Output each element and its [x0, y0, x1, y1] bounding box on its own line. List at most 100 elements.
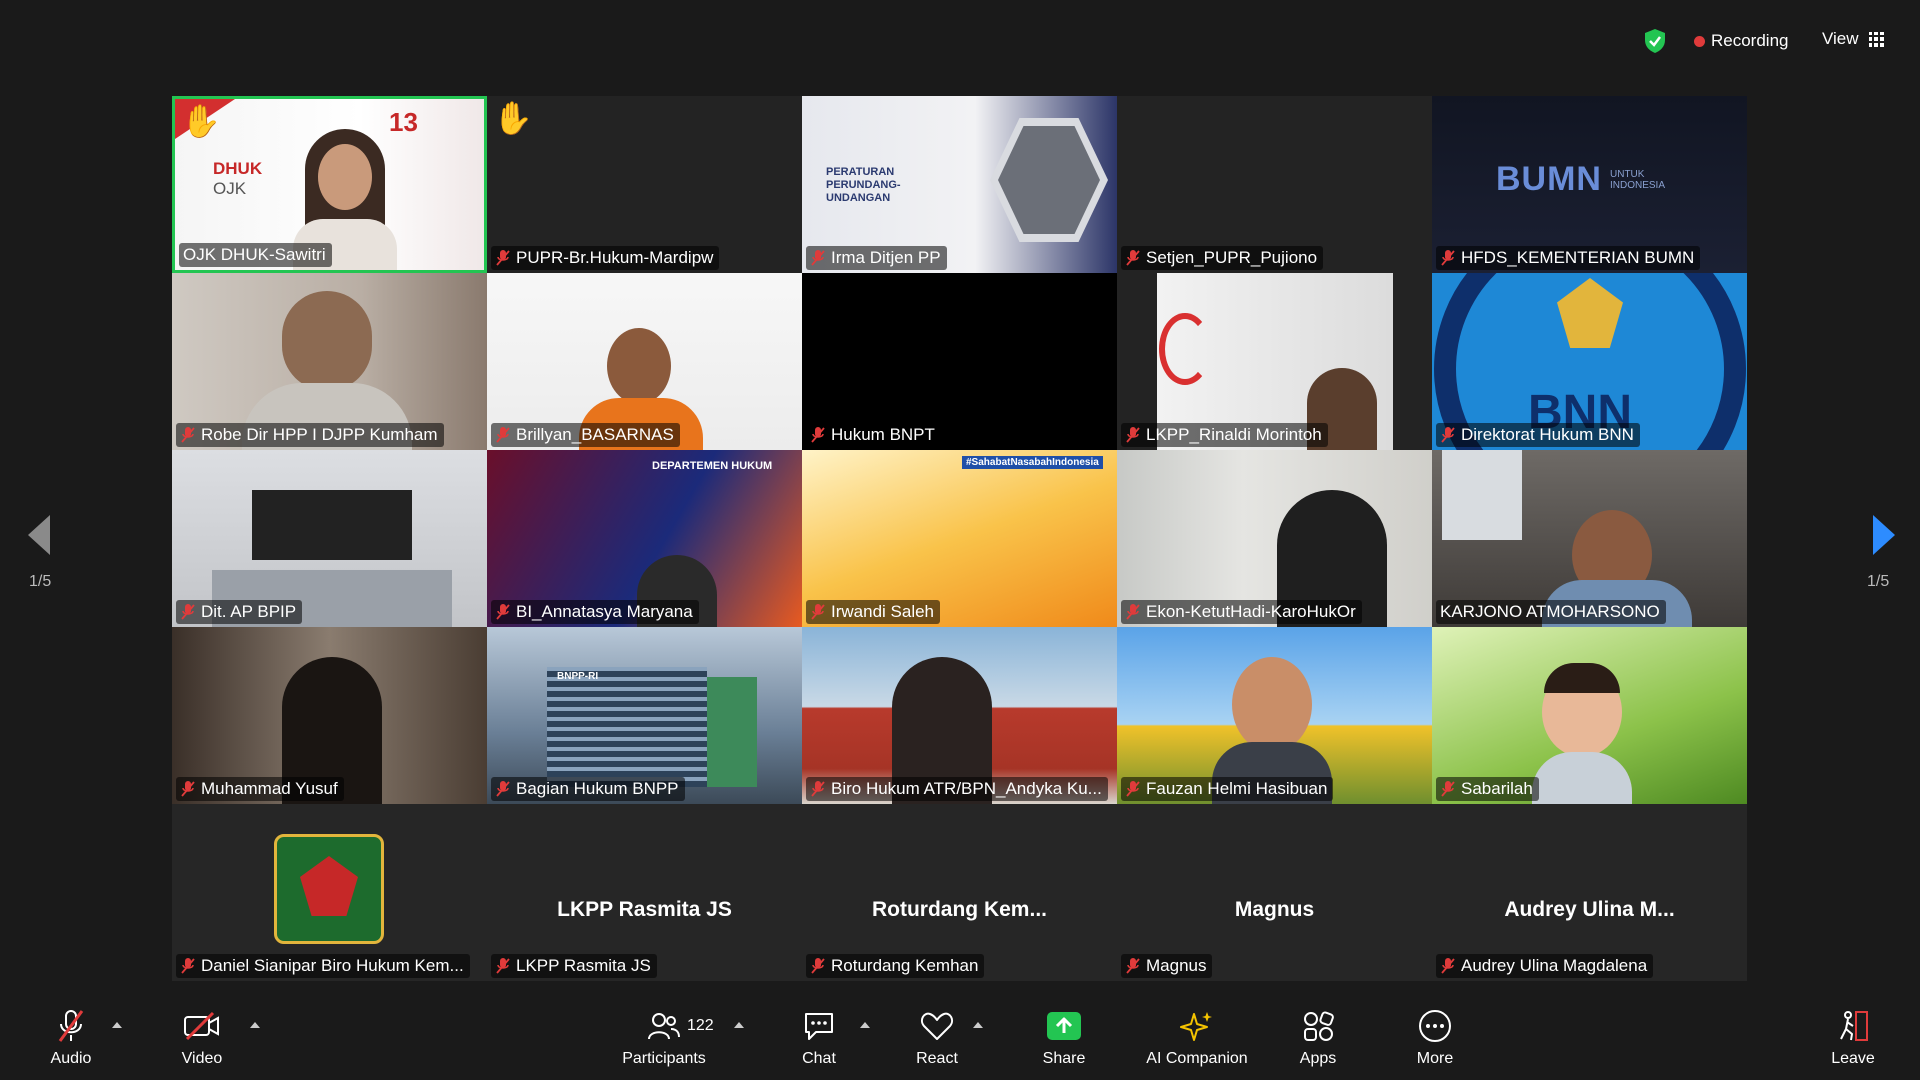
participant-tile[interactable]: LKPP Rasmita JS LKPP Rasmita JS — [487, 804, 802, 981]
participant-name: Fauzan Helmi Hasibuan — [1146, 779, 1328, 798]
participant-tile[interactable]: Magnus Magnus — [1117, 804, 1432, 981]
participant-tile[interactable]: Daniel Sianipar Biro Hukum Kem... — [172, 804, 487, 981]
participant-nameplate: Daniel Sianipar Biro Hukum Kem... — [176, 954, 470, 978]
ai-companion-button[interactable]: AI Companion — [1142, 1008, 1252, 1068]
participant-name: Sabarilah — [1461, 779, 1533, 798]
sahabat-tag-text: #SahabatNasabahIndonesia — [962, 456, 1103, 469]
participant-tile[interactable]: Audrey Ulina M... Audrey Ulina Magdalena — [1432, 804, 1747, 981]
apps-button[interactable]: Apps — [1263, 1008, 1373, 1068]
chat-options-caret-icon[interactable] — [860, 1022, 870, 1028]
share-screen-icon — [1047, 1012, 1081, 1040]
participant-tile[interactable]: PERATURAN PERUNDANG-UNDANGAN Irma Ditjen… — [802, 96, 1117, 273]
participant-name: Daniel Sianipar Biro Hukum Kem... — [201, 956, 464, 975]
apps-icon — [1304, 1011, 1334, 1041]
participant-tile[interactable]: Muhammad Yusuf — [172, 627, 487, 804]
bumn-sub-text: UNTUK INDONESIA — [1610, 169, 1666, 191]
participant-tile[interactable]: Ekon-KetutHadi-KaroHukOr — [1117, 450, 1432, 627]
participant-nameplate: OJK DHUK-Sawitri — [179, 243, 332, 267]
view-button[interactable]: View — [1822, 29, 1884, 49]
participant-tile[interactable]: Robe Dir HPP I DJPP Kumham — [172, 273, 487, 450]
page-indicator-right: 1/5 — [1867, 573, 1890, 590]
more-label: More — [1416, 1050, 1454, 1067]
chat-button[interactable]: Chat — [764, 1008, 874, 1068]
mic-muted-icon — [1441, 958, 1455, 974]
bi-heading-text: DEPARTEMEN HUKUM — [652, 460, 773, 472]
participant-nameplate: Bagian Hukum BNPP — [491, 777, 685, 801]
participants-icon — [648, 1013, 680, 1040]
mic-muted-icon — [1441, 250, 1455, 266]
apps-label: Apps — [1299, 1050, 1337, 1067]
mic-muted-icon — [1441, 427, 1455, 443]
mic-muted-icon — [496, 781, 510, 797]
mic-muted-icon — [1441, 781, 1455, 797]
participant-name: Magnus — [1146, 956, 1207, 975]
mic-muted-icon — [811, 250, 825, 266]
participant-tile[interactable]: DHUK OJK 13 ✋ OJK DHUK-Sawitri — [172, 96, 487, 273]
participant-tile[interactable]: BNN Direktorat Hukum BNN — [1432, 273, 1747, 450]
participant-tile[interactable]: Biro Hukum ATR/BPN_Andyka Ku... — [802, 627, 1117, 804]
participant-tile[interactable]: DEPARTEMEN HUKUM BI_Annatasya Maryana — [487, 450, 802, 627]
share-label: Share — [1042, 1050, 1086, 1067]
participant-nameplate: Brillyan_BASARNAS — [491, 423, 680, 447]
participants-count: 122 — [687, 1017, 714, 1034]
participant-tile[interactable]: Hukum BNPT — [802, 273, 1117, 450]
participant-nameplate: LKPP Rasmita JS — [491, 954, 657, 978]
participants-options-caret-icon[interactable] — [734, 1022, 744, 1028]
participant-nameplate: Ekon-KetutHadi-KaroHukOr — [1121, 600, 1362, 624]
participant-nameplate: LKPP_Rinaldi Morintoh — [1121, 423, 1328, 447]
participant-name: LKPP_Rinaldi Morintoh — [1146, 425, 1322, 444]
ojk-logo-text: DHUK — [213, 159, 263, 178]
mic-muted-icon — [496, 604, 510, 620]
avatar-person — [1232, 657, 1312, 752]
participant-tile[interactable]: Roturdang Kem... Roturdang Kemhan — [802, 804, 1117, 981]
participant-tile[interactable]: Sabarilah — [1432, 627, 1747, 804]
recording-label[interactable]: Recording — [1711, 31, 1789, 51]
share-button[interactable]: Share — [1009, 1008, 1119, 1068]
participant-tile[interactable]: Brillyan_BASARNAS — [487, 273, 802, 450]
participant-name: Dit. AP BPIP — [201, 602, 297, 621]
participant-name: Irma Ditjen PP — [831, 248, 941, 267]
participant-name: OJK DHUK-Sawitri — [183, 245, 326, 264]
heart-icon — [920, 1012, 954, 1040]
react-options-caret-icon[interactable] — [973, 1022, 983, 1028]
participant-tile[interactable]: BNPP-RI Bagian Hukum BNPP — [487, 627, 802, 804]
more-button[interactable]: More — [1380, 1008, 1490, 1068]
participant-nameplate: HFDS_KEMENTERIAN BUMN — [1436, 246, 1701, 270]
view-label: View — [1822, 29, 1859, 48]
bumn-logo-text: BUMN — [1496, 160, 1602, 198]
leave-button[interactable]: Leave — [1798, 1008, 1908, 1068]
video-button[interactable]: Video — [147, 1008, 257, 1068]
participant-tile[interactable]: BUMN UNTUK INDONESIA HFDS_KEMENTERIAN BU… — [1432, 96, 1747, 273]
participant-tile[interactable]: KARJONO ATMOHARSONO — [1432, 450, 1747, 627]
participant-nameplate: Direktorat Hukum BNN — [1436, 423, 1640, 447]
participant-nameplate: BI_Annatasya Maryana — [491, 600, 699, 624]
video-label: Video — [181, 1050, 223, 1067]
participants-label: Participants — [622, 1050, 706, 1067]
next-page-arrow-icon[interactable] — [1873, 515, 1895, 555]
audio-options-caret-icon[interactable] — [112, 1022, 122, 1028]
participant-tile[interactable]: Fauzan Helmi Hasibuan — [1117, 627, 1432, 804]
participant-tile[interactable]: Dit. AP BPIP — [172, 450, 487, 627]
video-options-caret-icon[interactable] — [250, 1022, 260, 1028]
participant-person — [282, 291, 372, 391]
participant-tile[interactable]: ✋ PUPR-Br.Hukum-Mardipw — [487, 96, 802, 273]
mic-muted-icon — [811, 958, 825, 974]
participant-display-name: LKPP Rasmita JS — [557, 898, 732, 921]
mic-muted-icon — [1126, 958, 1140, 974]
raised-hand-icon: ✋ — [493, 100, 533, 136]
leave-icon — [1840, 1011, 1868, 1041]
previous-page-arrow-icon[interactable] — [28, 515, 50, 555]
participant-tile[interactable]: #SahabatNasabahIndonesia Irwandi Saleh — [802, 450, 1117, 627]
participant-nameplate: Fauzan Helmi Hasibuan — [1121, 777, 1334, 801]
security-shield-icon[interactable] — [1643, 28, 1667, 54]
participant-name: Muhammad Yusuf — [201, 779, 338, 798]
participant-tile[interactable]: Setjen_PUPR_Pujiono — [1117, 96, 1432, 273]
more-icon — [1419, 1010, 1451, 1042]
participant-tile[interactable]: LKPP_Rinaldi Morintoh — [1117, 273, 1432, 450]
grid-view-icon — [1868, 31, 1884, 47]
participant-nameplate: Hukum BNPT — [806, 423, 941, 447]
react-button[interactable]: React — [882, 1008, 992, 1068]
audio-button[interactable]: Audio — [16, 1008, 126, 1068]
building-photo — [547, 667, 707, 787]
meeting-toolbar: Audio Video Participants 122 Chat React … — [0, 1000, 1920, 1080]
